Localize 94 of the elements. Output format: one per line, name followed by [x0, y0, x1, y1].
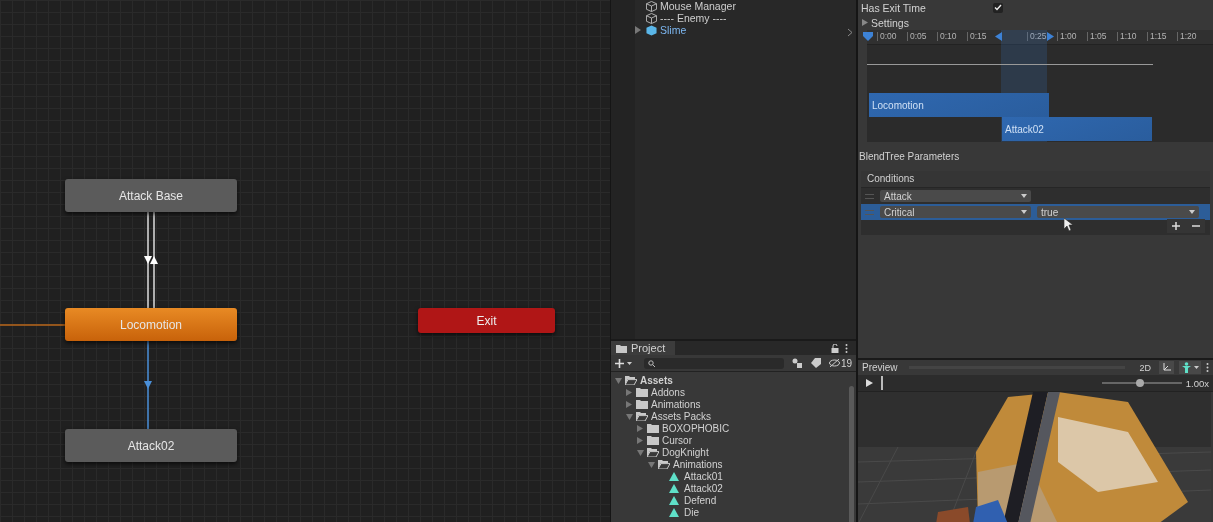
- more-icon[interactable]: [845, 343, 848, 353]
- asset-item[interactable]: Cursor: [662, 434, 692, 446]
- asset-item[interactable]: Assets Packs: [651, 410, 712, 422]
- playhead-marker-icon[interactable]: [863, 32, 873, 41]
- transition-line: [0, 324, 66, 326]
- add-icon[interactable]: [1172, 222, 1180, 230]
- animation-clip-icon: [669, 507, 681, 517]
- value-dropdown[interactable]: true: [1037, 206, 1199, 218]
- folder-icon: [647, 435, 659, 445]
- panel-title: Preview: [862, 362, 898, 373]
- time-tick: 1:20: [1177, 32, 1197, 41]
- asset-item[interactable]: Addons: [651, 386, 685, 398]
- expand-arrow-icon[interactable]: [626, 400, 633, 408]
- asset-item[interactable]: BOXOPHOBIC: [662, 422, 730, 434]
- more-icon[interactable]: [1206, 363, 1209, 372]
- folder-icon: [625, 375, 637, 385]
- cube-icon: [646, 12, 657, 24]
- asset-item[interactable]: Die: [684, 506, 699, 518]
- expand-arrow-icon[interactable]: [626, 388, 633, 396]
- clip-bar[interactable]: Locomotion: [869, 93, 1049, 117]
- avatar-button[interactable]: [1179, 361, 1201, 374]
- project-tab[interactable]: Project: [611, 341, 676, 355]
- panel-title: Conditions: [861, 171, 1210, 188]
- asset-item[interactable]: Attack02: [684, 482, 723, 494]
- expand-arrow-icon[interactable]: [637, 436, 644, 444]
- pivot-button[interactable]: [1159, 361, 1174, 374]
- chevron-icon[interactable]: [847, 28, 853, 37]
- time-tick: 0:05: [907, 32, 927, 41]
- mode-2d-button[interactable]: 2D: [1136, 362, 1154, 373]
- field-label: Has Exit Time: [861, 1, 927, 14]
- hidden-count-button[interactable]: 19: [828, 357, 852, 369]
- speed-value: 1.00x: [1185, 377, 1209, 389]
- filter-icon[interactable]: [792, 358, 804, 368]
- state-node[interactable]: Attack Base: [65, 179, 237, 212]
- search-field[interactable]: [643, 357, 785, 369]
- time-tick: 1:05: [1087, 32, 1107, 41]
- cube-icon: [646, 24, 657, 36]
- folder-icon: [636, 411, 648, 421]
- asset-item[interactable]: Animations: [651, 398, 701, 410]
- caret-icon: [1021, 194, 1027, 198]
- folder-icon: [636, 399, 648, 409]
- settings-foldout[interactable]: Settings: [858, 15, 1213, 30]
- expand-arrow-icon[interactable]: [615, 376, 622, 384]
- hierarchy-item[interactable]: Slime: [660, 24, 687, 36]
- add-icon[interactable]: [615, 358, 632, 368]
- asset-item[interactable]: Assets: [640, 374, 673, 386]
- time-tick: 1:15: [1147, 32, 1167, 41]
- asset-item[interactable]: DogKnight: [662, 446, 709, 458]
- time-tick: 0:25: [1027, 32, 1047, 41]
- expand-arrow-icon[interactable]: [648, 460, 655, 468]
- cube-icon: [646, 0, 657, 12]
- asset-item[interactable]: Animations: [673, 458, 723, 470]
- clip-bar[interactable]: Attack02: [1002, 117, 1152, 141]
- eye-icon: [828, 359, 840, 367]
- scrollbar[interactable]: [849, 386, 854, 522]
- caret-icon: [1189, 210, 1195, 214]
- hierarchy-item[interactable]: Mouse Manager: [660, 0, 736, 12]
- folder-icon: [647, 423, 659, 433]
- parameter-dropdown[interactable]: Attack: [880, 190, 1031, 202]
- time-tick: 1:10: [1117, 32, 1137, 41]
- lock-icon[interactable]: [831, 343, 839, 353]
- expand-arrow-icon[interactable]: [637, 424, 644, 432]
- folder-icon: [616, 343, 627, 353]
- foldout-arrow-icon: [862, 19, 868, 26]
- cursor-icon: [1064, 218, 1073, 231]
- search-icon: [647, 359, 655, 367]
- animation-clip-icon: [669, 471, 681, 481]
- time-tick: 0:10: [937, 32, 957, 41]
- tag-icon[interactable]: [811, 358, 821, 368]
- folder-icon: [636, 387, 648, 397]
- animation-clip-icon: [669, 495, 681, 505]
- time-tick: 0:15: [967, 32, 987, 41]
- checkbox[interactable]: [993, 2, 1003, 13]
- condition-row[interactable]: Attack: [861, 188, 1210, 204]
- expand-arrow-icon[interactable]: [637, 448, 644, 456]
- folder-icon: [658, 459, 670, 469]
- time-tick: 1:00: [1057, 32, 1077, 41]
- asset-item[interactable]: Attack01: [684, 470, 723, 482]
- animation-clip-icon: [669, 483, 681, 493]
- asset-item[interactable]: Defend: [684, 494, 717, 506]
- parameter-dropdown[interactable]: Critical: [880, 206, 1031, 218]
- expand-arrow-icon[interactable]: [626, 412, 633, 420]
- condition-row[interactable]: Critical true: [861, 204, 1210, 220]
- state-node[interactable]: Exit: [418, 308, 555, 333]
- hierarchy-item[interactable]: ---- Enemy ----: [660, 12, 727, 24]
- caret-icon: [1021, 210, 1027, 214]
- time-tick: 0:00: [877, 32, 897, 41]
- slider-thumb[interactable]: [1136, 379, 1145, 387]
- state-node[interactable]: Attack02: [65, 429, 237, 462]
- section-label: BlendTree Parameters: [858, 150, 961, 164]
- remove-icon[interactable]: [1192, 222, 1200, 230]
- tab-label[interactable]: Project: [631, 342, 666, 354]
- folder-icon: [647, 447, 659, 457]
- expand-arrow-icon[interactable]: [635, 26, 643, 34]
